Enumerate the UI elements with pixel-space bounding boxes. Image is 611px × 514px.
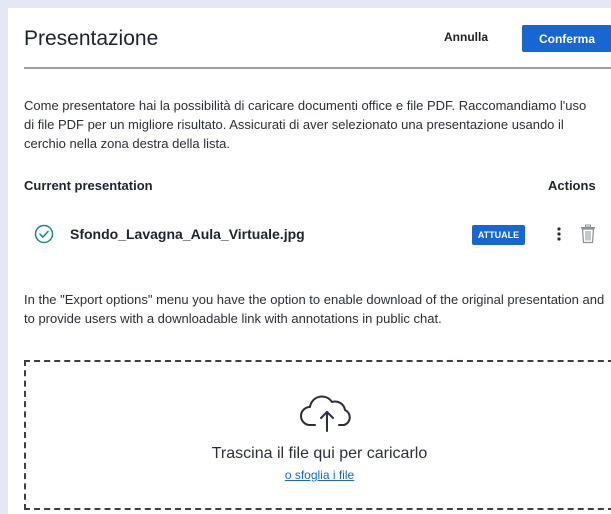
browse-files-link[interactable]: o sfoglia i file — [26, 468, 611, 482]
more-options-icon[interactable] — [553, 224, 565, 244]
presentation-row: Sfondo_Lavagna_Aula_Virtuale.jpg ATTUALE — [24, 216, 604, 252]
cloud-upload-icon — [298, 393, 356, 433]
header-divider — [24, 67, 611, 69]
file-dropzone[interactable]: Trascina il file qui per caricarlo o sfo… — [24, 360, 611, 510]
cancel-button[interactable]: Annulla — [444, 30, 488, 44]
column-header-current-presentation: Current presentation — [24, 178, 153, 193]
selected-check-icon[interactable] — [34, 224, 54, 244]
description-text: Come presentatore hai la possibilità di … — [24, 98, 587, 151]
current-badge: ATTUALE — [472, 225, 525, 245]
dropzone-text: Trascina il file qui per caricarlo — [211, 445, 428, 462]
presentation-filename: Sfondo_Lavagna_Aula_Virtuale.jpg — [70, 226, 305, 242]
trash-icon[interactable] — [580, 224, 596, 244]
confirm-button[interactable]: Conferma — [522, 25, 611, 52]
presentation-modal: Presentazione Annulla Conferma Come pres… — [8, 8, 611, 514]
modal-header: Presentazione Annulla Conferma — [8, 8, 611, 68]
export-options-info: In the "Export options" menu you have th… — [24, 292, 605, 326]
modal-title: Presentazione — [24, 27, 159, 50]
column-header-actions: Actions — [548, 178, 596, 193]
